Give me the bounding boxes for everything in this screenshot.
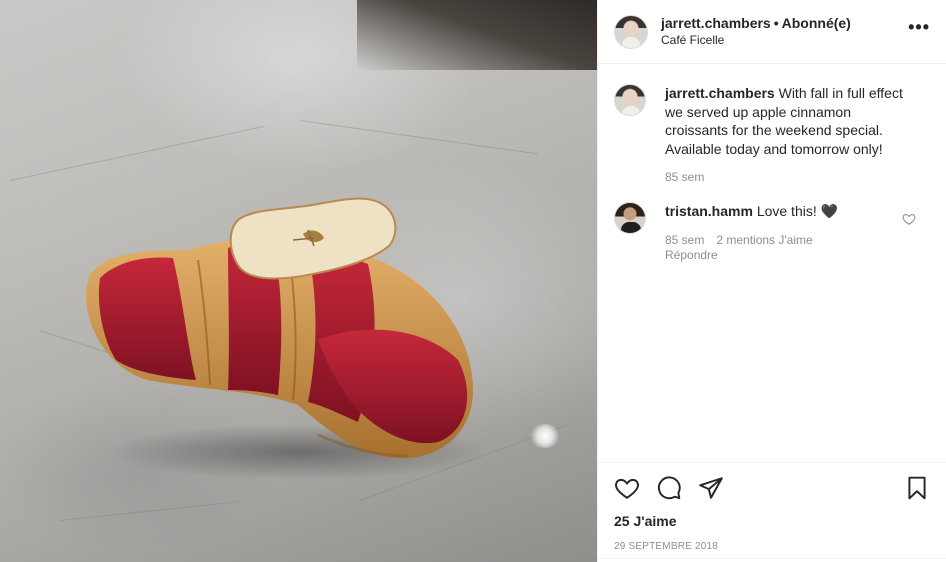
comment-likes[interactable]: 2 mentions J'aime <box>716 233 812 247</box>
likes-count[interactable]: 25 J'aime <box>614 513 930 529</box>
croissant-image <box>86 197 488 480</box>
post-container: jarrett.chambers • Abonné(e) Café Ficelle … <box>0 0 946 562</box>
caption-avatar[interactable] <box>614 84 646 116</box>
comment-like-heart-icon[interactable] <box>902 212 916 226</box>
marble-vein <box>59 501 240 521</box>
comment-text: Love this! <box>756 203 817 219</box>
side-panel: jarrett.chambers • Abonné(e) Café Ficelle … <box>597 0 946 562</box>
author-username[interactable]: jarrett.chambers <box>661 15 771 31</box>
comment-meta: 85 sem 2 mentions J'aime <box>665 233 838 248</box>
location-link[interactable]: Café Ficelle <box>661 32 851 49</box>
add-comment-strip <box>598 558 946 562</box>
comment-body: tristan.hamm Love this! 🖤 85 sem 2 mentio… <box>665 202 838 263</box>
actions-section: 25 J'aime 29 SEPTEMBRE 2018 <box>598 462 946 562</box>
comment-time[interactable]: 85 sem <box>665 233 704 247</box>
comment-item: tristan.hamm Love this! 🖤 85 sem 2 mentio… <box>614 202 930 263</box>
caption-time[interactable]: 85 sem <box>665 170 704 184</box>
comment-content: tristan.hamm Love this! 🖤 <box>665 202 838 221</box>
follow-status[interactable]: Abonné(e) <box>782 15 851 31</box>
share-icon[interactable] <box>698 475 724 501</box>
post-date[interactable]: 29 SEPTEMBRE 2018 <box>614 541 930 552</box>
background-shadow <box>357 0 597 70</box>
caption-content: jarrett.chambers With fall in full effec… <box>665 84 905 158</box>
post-header: jarrett.chambers • Abonné(e) Café Ficelle … <box>598 0 946 64</box>
more-horizontal-icon[interactable]: ••• <box>908 18 930 36</box>
black-heart-emoji: 🖤 <box>820 203 839 219</box>
caption-username[interactable]: jarrett.chambers <box>665 85 775 101</box>
author-avatar[interactable] <box>614 14 648 49</box>
heart-icon[interactable] <box>614 475 640 501</box>
commenter-avatar[interactable] <box>614 202 646 234</box>
comment-username[interactable]: tristan.hamm <box>665 203 753 219</box>
marble-vein <box>9 125 265 181</box>
comments-section: jarrett.chambers With fall in full effec… <box>598 64 946 462</box>
separator-dot: • <box>773 14 779 31</box>
header-text: jarrett.chambers • Abonné(e) Café Ficelle <box>661 15 851 49</box>
action-bar <box>614 473 930 503</box>
caption-body: jarrett.chambers With fall in full effec… <box>665 84 905 185</box>
comment-icon[interactable] <box>656 475 682 501</box>
caption-meta: 85 sem <box>665 170 905 185</box>
header-top-line: jarrett.chambers • Abonné(e) <box>661 15 851 32</box>
marble-vein <box>299 120 538 155</box>
bookmark-icon[interactable] <box>904 475 930 501</box>
post-photo[interactable] <box>0 0 597 562</box>
light-glare <box>530 424 560 448</box>
caption: jarrett.chambers With fall in full effec… <box>614 84 930 185</box>
reply-button[interactable]: Répondre <box>665 248 838 263</box>
